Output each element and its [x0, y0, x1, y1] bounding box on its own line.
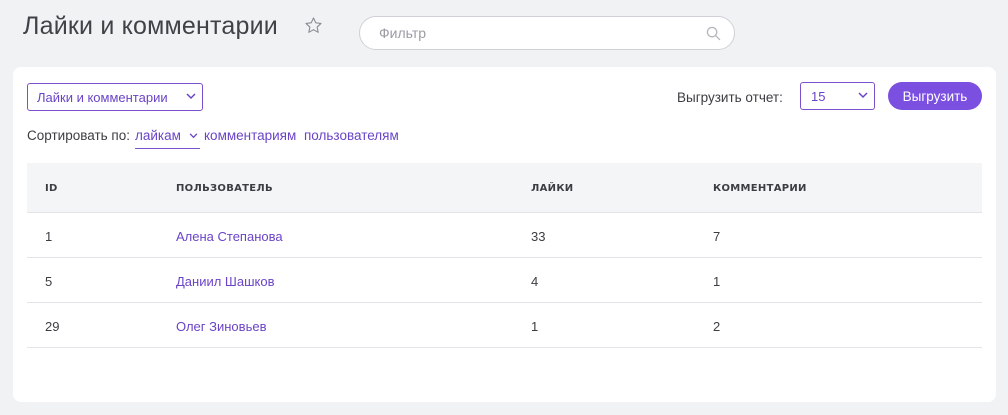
user-link[interactable]: Олег Зиновьев — [176, 319, 266, 334]
cell-id: 29 — [45, 319, 60, 334]
export-label: Выгрузить отчет: — [677, 90, 783, 105]
report-type-value: Лайки и комментарии — [37, 90, 168, 105]
filter-input[interactable] — [379, 17, 699, 49]
export-count-select[interactable]: 15 — [800, 82, 875, 110]
page-title: Лайки и комментарии — [23, 12, 278, 40]
report-type-select[interactable]: Лайки и комментарии — [27, 83, 203, 111]
sort-active-value: лайкам — [135, 128, 181, 143]
table-row: 29 Олег Зиновьев 1 2 — [27, 303, 982, 348]
sort-by-comments-link[interactable]: комментариям — [204, 128, 296, 143]
cell-likes: 1 — [531, 319, 539, 334]
column-header-user[interactable]: ПОЛЬЗОВАТЕЛЬ — [176, 183, 273, 194]
cell-id: 5 — [45, 274, 53, 289]
chevron-down-icon — [858, 92, 868, 99]
export-button[interactable]: Выгрузить — [888, 82, 982, 110]
table-row: 5 Даниил Шашков 4 1 — [27, 258, 982, 303]
user-link[interactable]: Даниил Шашков — [176, 274, 274, 289]
user-link[interactable]: Алена Степанова — [176, 229, 283, 244]
sort-by-users-link[interactable]: пользователям — [304, 128, 399, 143]
cell-likes: 33 — [531, 229, 546, 244]
favorite-star-icon[interactable] — [304, 16, 323, 35]
table-row: 1 Алена Степанова 33 7 — [27, 213, 982, 258]
chevron-down-icon — [186, 93, 196, 100]
cell-comments: 7 — [713, 229, 721, 244]
sort-active-select[interactable]: лайкам — [135, 128, 200, 149]
cell-comments: 2 — [713, 319, 721, 334]
report-card: Лайки и комментарии Выгрузить отчет: 15 … — [13, 67, 996, 402]
column-header-comments[interactable]: КОММЕНТАРИИ — [713, 183, 807, 194]
export-count-value: 15 — [811, 89, 826, 104]
table-header: ID ПОЛЬЗОВАТЕЛЬ ЛАЙКИ КОММЕНТАРИИ — [27, 163, 982, 213]
sort-label: Сортировать по: — [27, 128, 130, 143]
likes-comments-table: ID ПОЛЬЗОВАТЕЛЬ ЛАЙКИ КОММЕНТАРИИ 1 Ален… — [27, 163, 982, 348]
cell-comments: 1 — [713, 274, 721, 289]
cell-likes: 4 — [531, 274, 539, 289]
column-header-id[interactable]: ID — [45, 183, 58, 194]
search-icon[interactable] — [706, 26, 721, 41]
sort-controls: Сортировать по: лайкам комментариям поль… — [27, 128, 399, 149]
column-header-likes[interactable]: ЛАЙКИ — [531, 183, 573, 194]
cell-id: 1 — [45, 229, 53, 244]
chevron-down-icon — [189, 133, 198, 139]
search-box — [359, 16, 735, 50]
